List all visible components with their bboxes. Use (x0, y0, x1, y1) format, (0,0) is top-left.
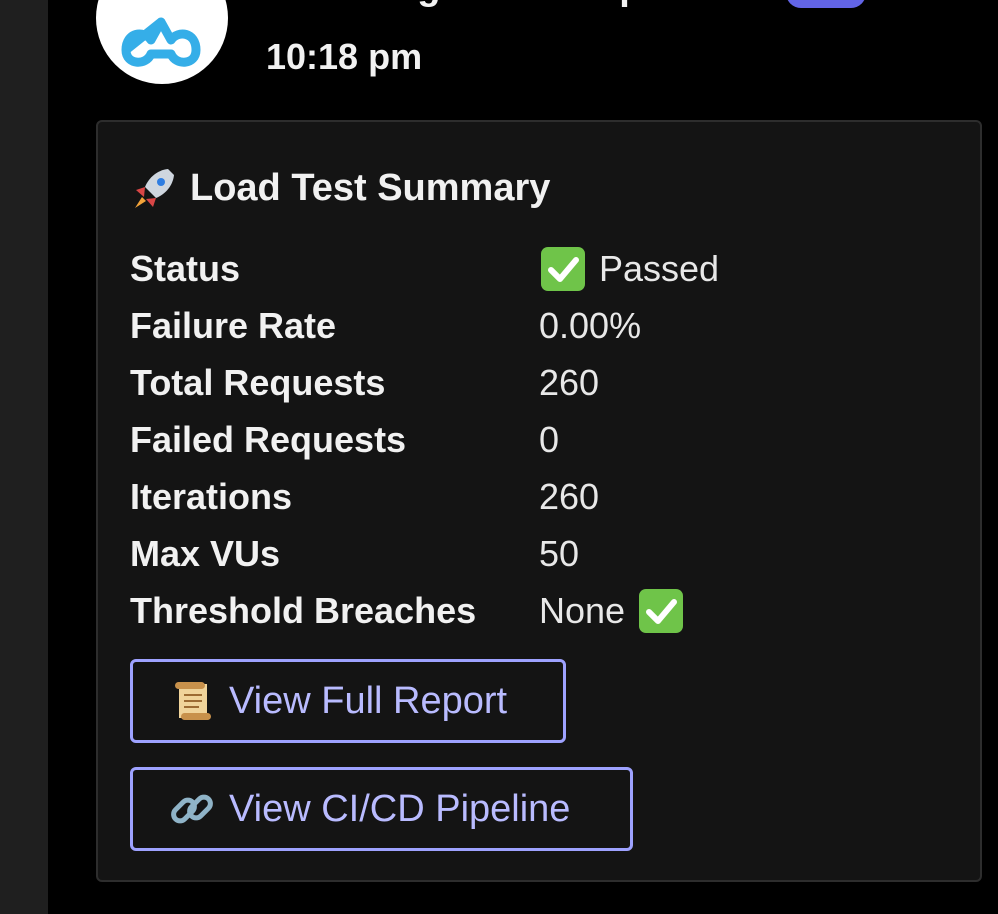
threshold-value: None (539, 589, 626, 631)
view-ci-cd-pipeline-button[interactable]: View CI/CD Pipeline (130, 767, 633, 851)
row-label: Total Requests (130, 361, 386, 403)
card-title: Load Test Summary (130, 164, 550, 212)
view-full-report-button[interactable]: View Full Report (130, 659, 566, 743)
row-label: Failure Rate (130, 304, 337, 346)
sender-name[interactable]: Talent Mgt Tests Rep... (266, 0, 786, 9)
avatar[interactable] (96, 0, 228, 84)
status-value: Passed (599, 247, 720, 289)
row-label: Max VUs (130, 532, 281, 574)
side-strip (0, 0, 48, 914)
webhook-icon (121, 17, 201, 67)
summary-row-max-vus: Max VUs 50 (130, 525, 930, 582)
summary-row-status: Status Passed (130, 240, 930, 297)
link-icon (171, 794, 213, 824)
row-label: Status (130, 247, 241, 289)
row-label: Failed Requests (130, 418, 407, 460)
row-value: 260 (539, 361, 600, 403)
summary-table: Status Passed Failure Rate 0.00% Total R… (130, 240, 930, 639)
row-value: 50 (539, 532, 580, 574)
load-test-summary-card: Load Test Summary Status Passed Failure … (96, 120, 982, 882)
message-timestamp: 10:18 pm (266, 36, 423, 77)
row-value: 0.00% (539, 304, 642, 346)
row-value: None (539, 587, 685, 635)
row-value: 260 (539, 475, 600, 517)
sender-badge (786, 0, 866, 8)
row-label: Iterations (130, 475, 293, 517)
summary-row-total-requests: Total Requests 260 (130, 354, 930, 411)
button-label: View CI/CD Pipeline (229, 787, 571, 830)
summary-row-failed-requests: Failed Requests 0 (130, 411, 930, 468)
check-icon (639, 588, 684, 633)
summary-row-threshold-breaches: Threshold Breaches None (130, 582, 930, 639)
check-icon (541, 246, 585, 291)
card-title-text: Load Test Summary (190, 166, 551, 209)
rocket-icon (135, 169, 174, 208)
summary-row-iterations: Iterations 260 (130, 468, 930, 525)
summary-row-failure-rate: Failure Rate 0.00% (130, 297, 930, 354)
button-label: View Full Report (229, 679, 508, 722)
row-label: Threshold Breaches (130, 589, 477, 631)
row-value: Passed (539, 245, 719, 293)
scroll-icon (175, 682, 211, 720)
row-value: 0 (539, 418, 560, 460)
